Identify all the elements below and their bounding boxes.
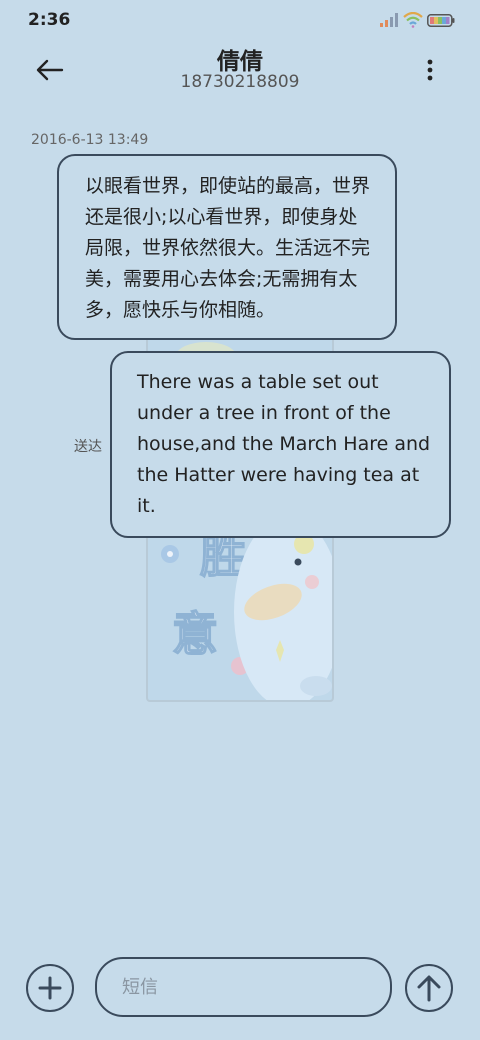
more-options-button[interactable] [414,54,446,86]
received-message-bubble[interactable]: 以眼看世界，即使站的最高，世界还是很小;以心看世界，即使身处局限，世界依然很大。… [57,154,397,340]
conversation-header: 倩倩 18730218809 [0,40,480,100]
message-composer [0,950,480,1030]
sent-message-bubble[interactable]: There was a table set out under a tree i… [110,351,451,538]
add-attachment-button[interactable] [26,964,74,1012]
svg-text:意: 意 [172,607,218,661]
send-arrow-icon [417,975,441,1002]
contact-name: 倩倩 [217,49,263,75]
more-vertical-icon [427,59,433,81]
sent-message-text: There was a table set out under a tree i… [137,371,431,517]
battery-icon [427,14,455,27]
received-message-text: 以眼看世界，即使站的最高，世界还是很小;以心看世界，即使身处局限，世界依然很大。… [85,175,371,321]
status-time: 2:36 [28,10,71,30]
status-bar: 2:36 [0,0,480,40]
delivery-status: 送达 [74,439,102,455]
send-button[interactable] [405,964,453,1012]
signal-icon [380,13,398,27]
message-input[interactable] [95,957,392,1017]
message-timestamp: 2016-6-13 13:49 [31,132,149,148]
contact-number: 18730218809 [180,72,300,92]
wifi-icon [403,12,423,28]
plus-icon [38,976,62,1000]
